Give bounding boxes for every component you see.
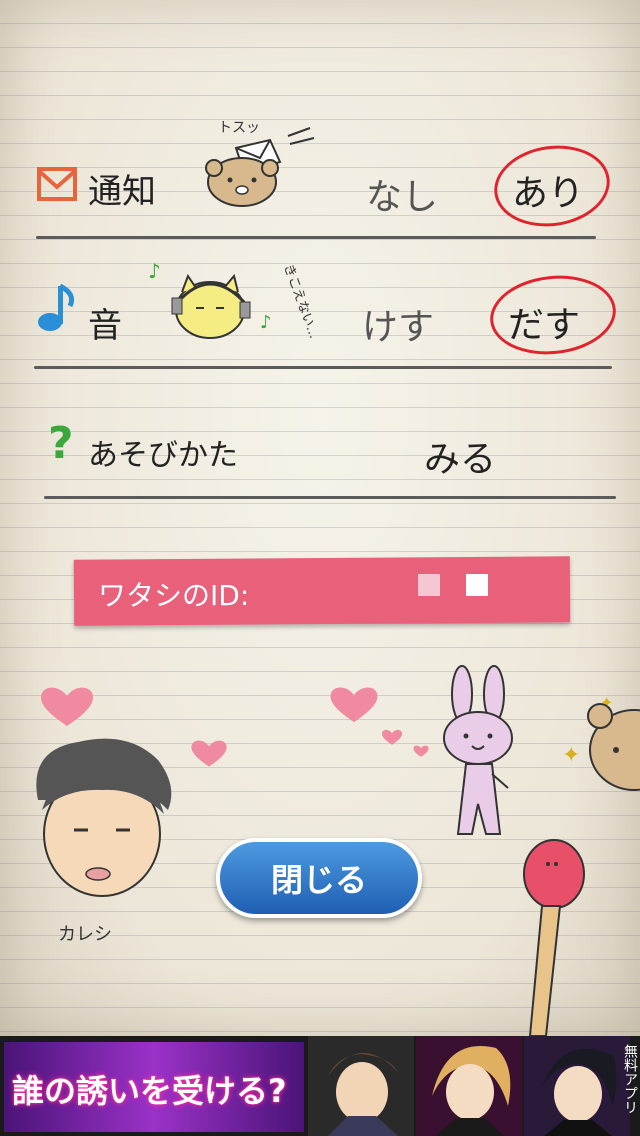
sound-divider	[34, 366, 612, 369]
close-button[interactable]: 閉じる	[216, 838, 422, 918]
svg-text:✦: ✦	[562, 743, 580, 768]
bear-face-doodle-icon: ✦ ✦	[562, 693, 640, 791]
sound-label: 音	[88, 306, 122, 346]
settings-paper: 通知 トスッ なし あり 音 ♪ ♪ きこえない… けす だす ? あそびかた …	[0, 0, 640, 1036]
heart-icon	[41, 687, 93, 726]
ad-free-app-label[interactable]: 無料アプリ	[620, 1044, 638, 1114]
ad-banner[interactable]: 誰の誘いを受ける? 無料アプリ	[0, 1036, 640, 1136]
boyfriend-caption: カレシ	[58, 924, 112, 945]
ad-character-2[interactable]	[416, 1036, 522, 1136]
mail-icon	[37, 167, 77, 201]
ad-character-1[interactable]	[308, 1036, 414, 1136]
match-stick-doodle-icon	[523, 839, 585, 1036]
svg-text:きこえない…: きこえない…	[280, 262, 321, 340]
heart-icon	[381, 729, 403, 745]
sound-off-option[interactable]: けす	[362, 298, 434, 350]
heart-icon	[330, 687, 378, 723]
id-pixel-1	[418, 574, 440, 596]
svg-text:♪: ♪	[260, 312, 272, 333]
notification-off-option[interactable]: なし	[366, 168, 438, 220]
music-note-icon	[38, 283, 75, 331]
heart-icon	[191, 740, 227, 767]
svg-text:♪: ♪	[148, 259, 161, 283]
id-pixel-2	[466, 574, 488, 596]
bear-doodle-icon: トスッ	[205, 120, 315, 207]
boyfriend-doodle-icon	[36, 738, 172, 897]
cat-headphone-doodle-icon: ♪ ♪ きこえない…	[148, 259, 321, 341]
notification-label: 通知	[88, 172, 156, 212]
howto-divider	[44, 496, 616, 499]
notification-divider	[36, 236, 596, 239]
my-id-label: ワタシのID:	[98, 579, 250, 612]
svg-text:トスッ: トスッ	[218, 120, 260, 136]
ad-character-3[interactable]	[524, 1036, 630, 1136]
howto-label: あそびかた	[88, 438, 238, 473]
ad-headline[interactable]: 誰の誘いを受ける?	[12, 1066, 287, 1112]
notification-selected-circle	[488, 138, 616, 234]
howto-view-option[interactable]: みる	[424, 430, 496, 482]
sound-selected-circle	[486, 269, 620, 361]
question-icon: ?	[48, 418, 74, 469]
rabbit-doodle-icon	[443, 665, 513, 835]
